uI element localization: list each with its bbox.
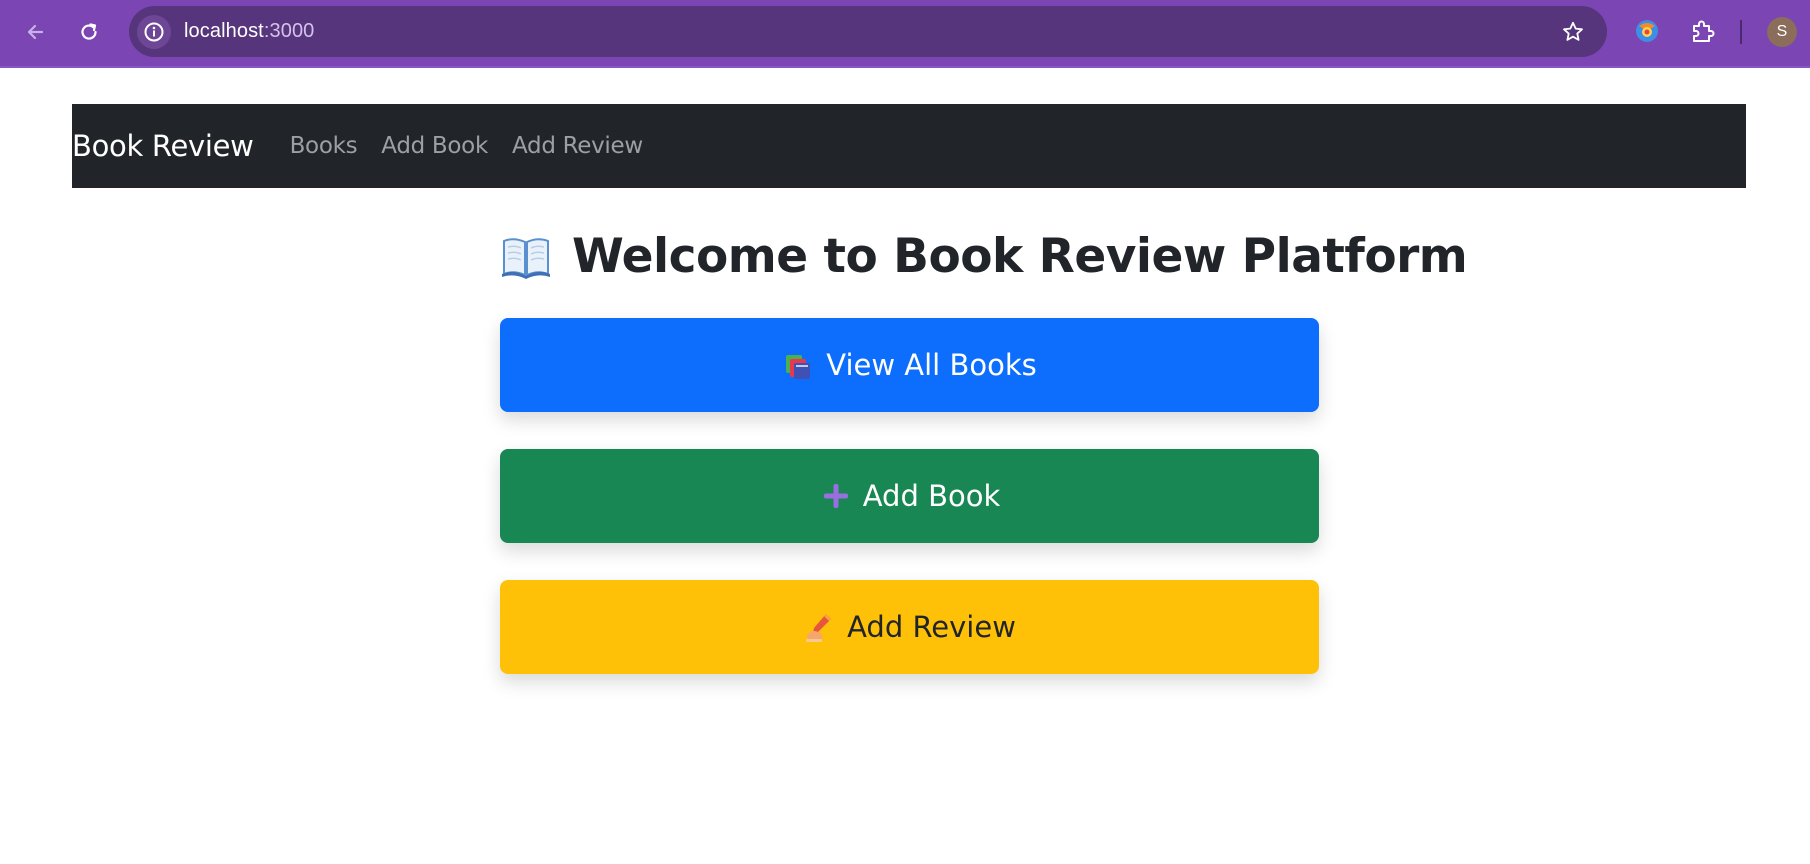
view-all-books-label: View All Books xyxy=(826,348,1037,382)
puzzle-extensions-icon xyxy=(1693,20,1715,42)
books-icon xyxy=(782,348,816,382)
page-title: Welcome to Book Review Platform xyxy=(572,228,1468,284)
reload-icon xyxy=(81,23,97,40)
writing-hand-icon xyxy=(803,610,837,644)
nav-link-add-book[interactable]: Add Book xyxy=(381,133,488,159)
add-book-label: Add Book xyxy=(862,479,1001,513)
add-review-label: Add Review xyxy=(847,610,1016,644)
browser-toolbar: localhost:3000 S xyxy=(0,0,1810,68)
extension-icon xyxy=(1636,20,1658,42)
address-bar[interactable]: localhost:3000 xyxy=(129,6,1607,57)
bookmark-button[interactable] xyxy=(1557,16,1589,48)
app-navbar: Book Review Books Add Book Add Review xyxy=(72,104,1746,188)
reload-button[interactable] xyxy=(69,12,109,52)
url-host: localhost xyxy=(184,20,264,42)
url-port: :3000 xyxy=(263,20,315,42)
add-book-button[interactable]: Add Book xyxy=(500,449,1319,543)
back-button[interactable] xyxy=(15,12,55,52)
toolbar-divider xyxy=(1740,20,1742,44)
url-text[interactable]: localhost:3000 xyxy=(184,20,314,43)
back-arrow-icon xyxy=(27,24,44,40)
profile-avatar[interactable]: S xyxy=(1767,17,1797,47)
view-all-books-button[interactable]: View All Books xyxy=(500,318,1319,412)
open-book-icon xyxy=(502,238,550,279)
nav-link-add-review[interactable]: Add Review xyxy=(512,133,643,159)
nav-link-books[interactable]: Books xyxy=(290,133,358,159)
bookmark-star-icon xyxy=(1563,21,1583,41)
nav-links: Books Add Book Add Review xyxy=(290,133,667,159)
site-info-icon xyxy=(144,22,164,41)
navbar-brand[interactable]: Book Review xyxy=(72,129,254,163)
extension-button[interactable] xyxy=(1632,16,1662,46)
plus-icon xyxy=(819,479,853,513)
site-info-button[interactable] xyxy=(137,14,171,49)
add-review-button[interactable]: Add Review xyxy=(500,580,1319,674)
welcome-header: Welcome to Book Review Platform xyxy=(500,226,1468,286)
extensions-menu-button[interactable] xyxy=(1686,14,1720,48)
